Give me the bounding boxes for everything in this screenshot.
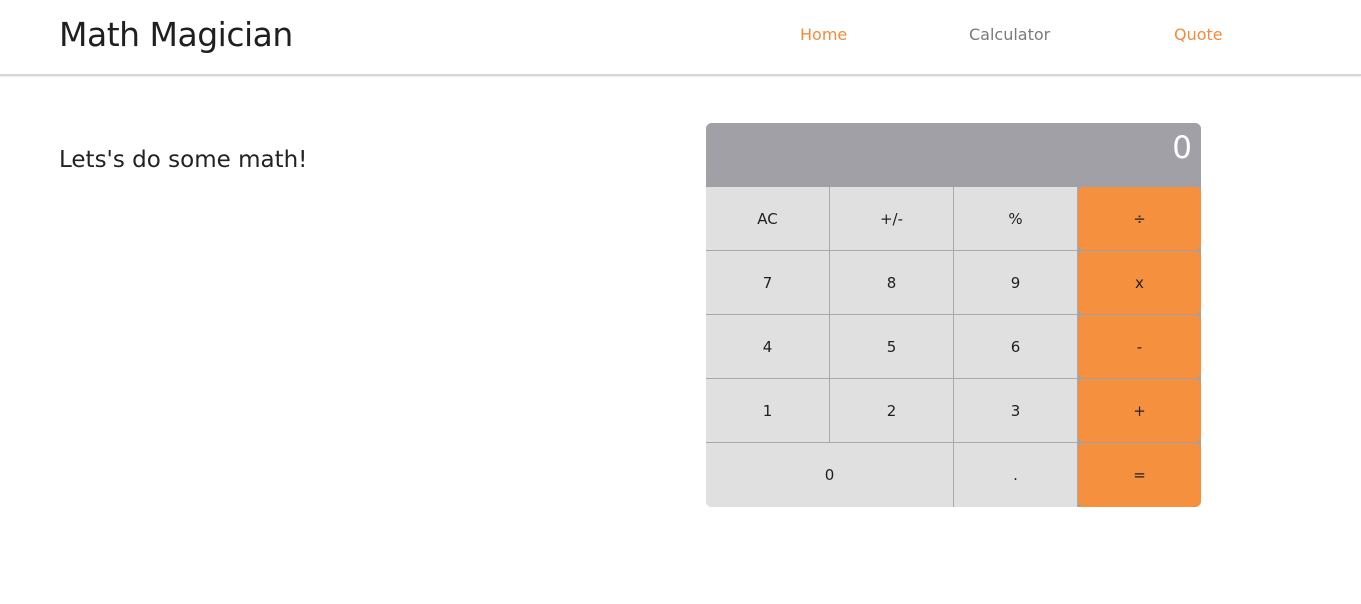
key-equals[interactable]: =	[1078, 443, 1201, 507]
display-value: 0	[1172, 130, 1192, 166]
key-decimal[interactable]: .	[954, 443, 1078, 507]
navbar: Math Magician Home Calculator Quote	[0, 0, 1361, 76]
key-percent[interactable]: %	[954, 187, 1078, 251]
key-0[interactable]: 0	[706, 443, 954, 507]
key-4[interactable]: 4	[706, 315, 830, 379]
calculator: 0 AC +/- % ÷ 7 8 9 x 4 5 6 - 1 2 3 + 0 .…	[706, 123, 1201, 507]
key-9[interactable]: 9	[954, 251, 1078, 315]
key-ac[interactable]: AC	[706, 187, 830, 251]
key-7[interactable]: 7	[706, 251, 830, 315]
key-2[interactable]: 2	[830, 379, 954, 443]
key-3[interactable]: 3	[954, 379, 1078, 443]
key-5[interactable]: 5	[830, 315, 954, 379]
key-add[interactable]: +	[1078, 379, 1201, 442]
calculator-display: 0	[706, 123, 1201, 187]
key-sign[interactable]: +/-	[830, 187, 954, 251]
nav-link-calculator[interactable]: Calculator	[969, 25, 1050, 45]
key-multiply[interactable]: x	[1078, 251, 1201, 314]
key-divide[interactable]: ÷	[1078, 187, 1201, 250]
nav-link-home[interactable]: Home	[800, 25, 847, 45]
calculator-keypad: AC +/- % ÷ 7 8 9 x 4 5 6 - 1 2 3 + 0 . =	[706, 187, 1201, 507]
key-8[interactable]: 8	[830, 251, 954, 315]
key-1[interactable]: 1	[706, 379, 830, 443]
nav-link-quote[interactable]: Quote	[1174, 25, 1223, 45]
page-heading: Lets's do some math!	[59, 147, 308, 174]
key-6[interactable]: 6	[954, 315, 1078, 379]
key-subtract[interactable]: -	[1078, 315, 1201, 378]
nav-links: Home Calculator Quote	[0, 25, 1361, 47]
